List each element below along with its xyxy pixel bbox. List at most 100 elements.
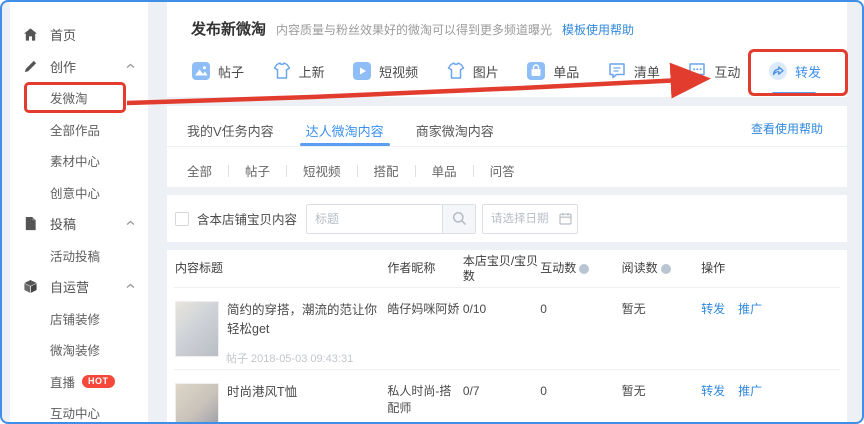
info-icon[interactable]	[661, 264, 671, 274]
sidebar-item-label: 创意中心	[50, 183, 100, 202]
video-play-icon	[352, 61, 372, 81]
row-actions: 转发 推广	[701, 383, 840, 400]
tab-label: 单品	[553, 62, 579, 81]
promote-link[interactable]: 推广	[738, 383, 762, 400]
col-interactions: 互动数	[540, 261, 621, 276]
tab-short-video[interactable]: 短视频	[352, 61, 418, 81]
divider	[357, 165, 358, 177]
row-author: 皓仔妈咪阿娇	[387, 301, 462, 318]
tab-post[interactable]: 帖子	[191, 61, 244, 81]
sidebar-item-home[interactable]: 首页	[10, 19, 148, 51]
tab-single-item[interactable]: 单品	[526, 61, 579, 81]
sidebar-item-label: 发微淘	[50, 88, 88, 107]
col-title: 内容标题	[174, 261, 387, 276]
sidebar-item-label: 活动投稿	[50, 246, 100, 265]
sidebar-item-label: 创作	[50, 57, 76, 76]
template-help-link[interactable]: 模板使用帮助	[562, 21, 634, 38]
row-shop-items: 0/7	[463, 383, 540, 400]
home-icon	[23, 27, 38, 42]
sidebar-item-activity-submission[interactable]: 活动投稿	[10, 240, 148, 272]
post-image-icon	[191, 61, 211, 81]
cube-icon	[23, 279, 38, 294]
sidebar-item-shop-decoration[interactable]: 店铺装修	[10, 303, 148, 335]
sidebar-item-label: 店铺装修	[50, 309, 100, 328]
source-tabs: 我的V任务内容 达人微淘内容 商家微淘内容 查看使用帮助	[167, 106, 847, 147]
tab-label: 上新	[299, 62, 325, 81]
row-actions: 转发 推广	[701, 301, 840, 318]
sidebar-item-self-operation[interactable]: 自运营	[10, 271, 148, 303]
chevron-up-icon	[126, 220, 135, 226]
sidebar-item-submission[interactable]: 投稿	[10, 208, 148, 240]
row-meta: 帖子 2018-05-03 09:43:31	[226, 350, 353, 366]
filter-single-item[interactable]: 单品	[432, 161, 457, 180]
divider	[228, 165, 229, 177]
sidebar-item-live[interactable]: 直播 HOT	[10, 366, 148, 398]
shirt-icon	[272, 61, 292, 81]
tab-label: 清单	[634, 62, 660, 81]
tab-forward[interactable]: 转发	[768, 61, 821, 81]
table-row: 时尚港风T恤 私人时尚-搭配师 0/7 0 暂无 转发 推广 帖子 2018-0…	[174, 369, 840, 424]
info-icon[interactable]	[579, 264, 589, 274]
row-title[interactable]: 时尚港风T恤	[227, 383, 385, 424]
search-icon	[452, 211, 467, 226]
weitao-publish-page: 首页 创作 发微淘 全部作品 素材中心 创意中心 投稿 活动投稿	[0, 0, 864, 424]
calendar-icon	[559, 212, 572, 225]
active-tab-underline	[772, 92, 816, 95]
pencil-icon	[23, 59, 38, 74]
col-shop-items: 本店宝贝/宝贝数	[463, 254, 540, 284]
page-subtitle: 内容质量与粉丝效果好的微淘可以得到更多频道曝光	[276, 21, 552, 38]
sidebar-item-label: 微淘装修	[50, 340, 100, 359]
content-table: 内容标题 作者昵称 本店宝贝/宝贝数 互动数 阅读数 操作 简约的穿搭，潮流的范…	[167, 250, 847, 424]
filter-short-video[interactable]: 短视频	[303, 161, 341, 180]
filter-outfit[interactable]: 搭配	[374, 161, 399, 180]
sidebar-item-all-works[interactable]: 全部作品	[10, 114, 148, 146]
tab-daren-weitao[interactable]: 达人微淘内容	[306, 121, 384, 146]
search-button[interactable]	[442, 204, 476, 234]
tab-new-arrival[interactable]: 上新	[272, 61, 325, 81]
sidebar-item-label: 首页	[50, 25, 76, 44]
chevron-up-icon	[126, 283, 135, 289]
sidebar-item-weitao-decoration[interactable]: 微淘装修	[10, 334, 148, 366]
promote-link[interactable]: 推广	[738, 301, 762, 318]
checkbox-label: 含本店铺宝贝内容	[197, 209, 297, 228]
tab-my-v-tasks[interactable]: 我的V任务内容	[187, 121, 274, 146]
filter-post[interactable]: 帖子	[245, 161, 270, 180]
shirt-icon	[446, 61, 466, 81]
row-thumbnail[interactable]	[175, 301, 219, 357]
filter-tabs: 全部 帖子 短视频 搭配 单品 问答	[167, 147, 847, 180]
tab-interaction[interactable]: 互动	[687, 61, 740, 81]
tab-label: 帖子	[218, 62, 244, 81]
tab-label: 转发	[795, 62, 821, 81]
forward-link[interactable]: 转发	[701, 383, 725, 400]
tab-image[interactable]: 图片	[446, 61, 499, 81]
tab-merchant-weitao[interactable]: 商家微淘内容	[416, 121, 494, 146]
forward-link[interactable]: 转发	[701, 301, 725, 318]
col-author: 作者昵称	[387, 261, 462, 276]
bag-icon	[526, 61, 546, 81]
sidebar-item-interaction-center[interactable]: 互动中心	[10, 397, 148, 424]
filter-all[interactable]: 全部	[187, 161, 212, 180]
usage-help-link[interactable]: 查看使用帮助	[751, 120, 823, 137]
row-interactions: 0	[540, 301, 621, 318]
col-reads: 阅读数	[622, 261, 701, 276]
row-meta: 帖子 2018-05-03 09:43:31	[226, 420, 353, 424]
sidebar-item-label: 自运营	[50, 277, 89, 296]
sidebar-item-publish-weitao[interactable]: 发微淘	[10, 82, 148, 114]
sidebar-item-material-center[interactable]: 素材中心	[10, 145, 148, 177]
sidebar-item-creative-center[interactable]: 创意中心	[10, 177, 148, 209]
tab-list[interactable]: 清单	[607, 61, 660, 81]
chat-square-icon	[607, 61, 627, 81]
shop-items-checkbox[interactable]	[175, 212, 189, 226]
sidebar-item-create[interactable]: 创作	[10, 51, 148, 83]
filter-qa[interactable]: 问答	[490, 161, 515, 180]
chevron-up-icon	[126, 63, 135, 69]
title-search-input[interactable]	[306, 204, 442, 234]
document-icon	[23, 216, 38, 231]
sidebar-item-label: 素材中心	[50, 151, 100, 170]
row-title[interactable]: 简约的穿搭，潮流的范让你轻松get	[227, 301, 385, 357]
forward-arrow-icon	[768, 61, 788, 81]
row-thumbnail[interactable]	[175, 383, 219, 424]
page-title: 发布新微淘	[191, 18, 266, 39]
table-header: 内容标题 作者昵称 本店宝贝/宝贝数 互动数 阅读数 操作	[174, 250, 840, 288]
divider	[473, 165, 474, 177]
